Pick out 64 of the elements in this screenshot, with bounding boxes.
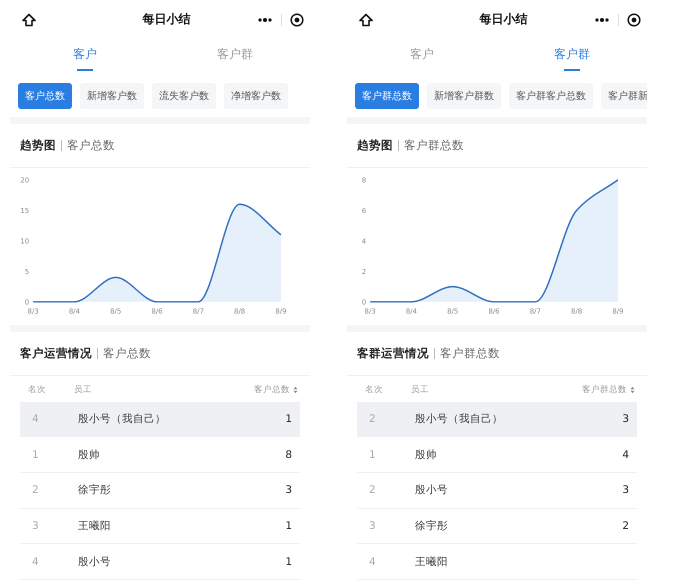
- home-icon[interactable]: [22, 12, 36, 27]
- value-cell-text: 4: [621, 448, 629, 461]
- rank-cell-text: 4: [369, 556, 377, 568]
- close-icon[interactable]: [290, 12, 304, 27]
- more-icon[interactable]: [594, 16, 610, 23]
- value-cell-text: 1: [284, 520, 292, 532]
- section-title: 客户运营情况: [20, 346, 92, 361]
- value-cell-text: 1: [284, 556, 292, 568]
- rank-cell-text: 2: [369, 484, 377, 496]
- rank-cell-text: 4: [32, 556, 40, 568]
- close-icon[interactable]: [627, 12, 641, 27]
- section-subtitle: 客户群总数: [440, 346, 500, 361]
- value-cell-text: 8: [284, 448, 292, 461]
- section-subtitle: 客户总数: [67, 138, 115, 154]
- value-cell-text: 3: [284, 484, 292, 496]
- column-header: 员工: [411, 384, 430, 396]
- name-cell-text: 殷小号（我自己）: [415, 412, 504, 426]
- value-cell-text: 3: [621, 484, 629, 496]
- rank-cell-text: 2: [32, 484, 40, 496]
- column-header: 名次: [365, 384, 384, 396]
- rank-cell-text: 3: [32, 520, 40, 532]
- name-cell-text: 殷帅: [415, 448, 438, 462]
- rank-cell-text: 1: [32, 448, 40, 461]
- filter-tab[interactable]: 新增客户数: [80, 83, 144, 110]
- value-cell-text: 2: [621, 520, 629, 532]
- name-cell-text: 徐宇彤: [415, 518, 449, 533]
- section-title: 客群运营情况: [357, 346, 429, 361]
- name-cell-text: 王曦阳: [78, 518, 112, 533]
- sort-icon[interactable]: [293, 386, 298, 394]
- rank-cell-text: 1: [369, 448, 377, 461]
- rank-cell-text: 3: [369, 520, 377, 532]
- more-icon[interactable]: [257, 16, 273, 23]
- tab[interactable]: 客户群: [160, 40, 310, 78]
- page-title: 每日小结: [142, 11, 192, 28]
- section-title: 趋势图: [20, 138, 56, 154]
- rank-cell-text: 4: [32, 412, 40, 425]
- name-cell-text: 殷小号: [78, 554, 112, 569]
- column-header: 名次: [28, 384, 47, 396]
- filter-tab[interactable]: 客户群客户总数: [509, 83, 593, 110]
- sort-icon[interactable]: [630, 386, 635, 394]
- column-header: 员工: [74, 384, 93, 396]
- section-title: 趋势图: [357, 138, 393, 154]
- page-title: 每日小结: [478, 11, 528, 28]
- name-cell-text: 徐宇彤: [78, 483, 112, 498]
- value-cell-text: 3: [621, 412, 629, 425]
- home-icon[interactable]: [359, 12, 373, 27]
- tab[interactable]: 客户: [347, 40, 497, 78]
- tab[interactable]: 客户群: [497, 40, 647, 78]
- filter-tab[interactable]: 客户群总数: [355, 83, 419, 110]
- section-subtitle: 客户群总数: [404, 138, 464, 154]
- column-header[interactable]: 客户群总数: [582, 384, 627, 396]
- name-cell-text: 殷小号（我自己）: [78, 412, 167, 426]
- filter-tab[interactable]: 新增客户群数: [427, 83, 501, 110]
- name-cell-text: 王曦阳: [415, 554, 449, 569]
- filter-tab[interactable]: 流失客户数: [152, 83, 216, 110]
- name-cell-text: 殷帅: [78, 448, 101, 462]
- filter-tab[interactable]: 客户总数: [18, 83, 72, 110]
- rank-cell-text: 2: [369, 412, 377, 425]
- column-header[interactable]: 客户总数: [254, 384, 290, 396]
- tab[interactable]: 客户: [10, 40, 160, 78]
- filter-tab[interactable]: 净增客户数: [224, 83, 288, 110]
- value-cell-text: 1: [284, 412, 292, 425]
- section-subtitle: 客户总数: [103, 346, 151, 361]
- name-cell-text: 殷小号: [415, 483, 449, 498]
